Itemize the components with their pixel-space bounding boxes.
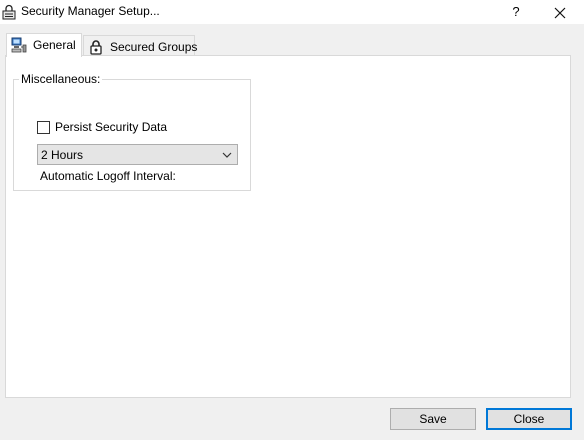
logoff-interval-value: 2 Hours — [41, 148, 84, 162]
window-title: Security Manager Setup... — [21, 4, 160, 18]
persist-security-data-checkbox[interactable] — [37, 121, 50, 134]
tab-secured-groups-label: Secured Groups — [110, 40, 198, 54]
groupbox-title: Miscellaneous: — [19, 72, 103, 86]
general-tab-panel: Miscellaneous: Persist Security Data 2 H… — [5, 55, 571, 398]
persist-security-data-label[interactable]: Persist Security Data — [55, 120, 167, 134]
chevron-down-icon — [221, 149, 233, 161]
computer-network-icon — [11, 37, 27, 53]
window-close-button[interactable] — [546, 2, 574, 22]
logoff-interval-select[interactable]: 2 Hours — [37, 144, 238, 165]
help-button[interactable]: ? — [506, 2, 526, 22]
save-button[interactable]: Save — [390, 408, 476, 430]
close-icon — [554, 7, 566, 19]
close-button[interactable]: Close — [486, 408, 572, 430]
title-bar: Security Manager Setup... ? — [0, 0, 584, 24]
tab-general[interactable]: General — [6, 33, 82, 57]
tab-secured-groups[interactable]: Secured Groups — [83, 35, 198, 57]
logoff-interval-label: Automatic Logoff Interval: — [40, 169, 176, 183]
tab-general-label: General — [33, 38, 76, 52]
miscellaneous-groupbox: Miscellaneous: Persist Security Data 2 H… — [13, 72, 251, 191]
lock-printer-icon — [2, 4, 16, 20]
padlock-icon — [88, 39, 104, 55]
